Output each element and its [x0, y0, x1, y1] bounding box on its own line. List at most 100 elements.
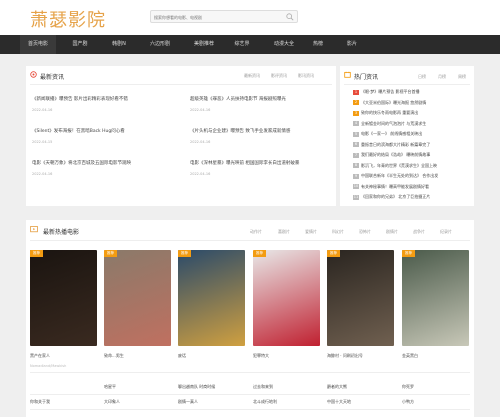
news-date-0: 2022-04-16	[32, 108, 53, 112]
hot-item-label: 影沉飞，年青的世界《荒漠求生》全国上映	[361, 162, 437, 168]
news-title: 最新资讯	[40, 74, 65, 81]
list-item[interactable]: 中国十大天地	[327, 399, 351, 405]
rank-badge: 8	[353, 163, 359, 168]
movies-tab-7[interactable]: 纪录片	[440, 229, 452, 235]
rank-badge: 11	[353, 194, 359, 200]
hot-item-label: 《眼·梦》曝片预告 影视平台首播	[361, 89, 420, 94]
news-icon	[30, 71, 37, 78]
movies-tab-1[interactable]: 喜剧片	[278, 229, 290, 235]
nav-item-3[interactable]: 六边形剧	[142, 35, 178, 54]
list-item[interactable]: 你死罗	[402, 384, 414, 390]
list-item[interactable]: 剧情一真人	[178, 399, 198, 405]
nav-item-4[interactable]: 美剧推荐	[186, 35, 222, 54]
news-tab-0[interactable]: 最新资讯	[244, 73, 260, 79]
rank-badge: 4	[353, 121, 359, 126]
recommend-badge: 推荐	[253, 250, 266, 257]
nav-item-1[interactable]: 国产剧	[62, 35, 98, 54]
movie-poster[interactable]: 推荐	[327, 250, 394, 346]
hot-item-label: 电影《一家一》 前线情感相关映出	[361, 131, 423, 136]
list-item[interactable]: 你和关于我	[30, 399, 50, 405]
hot-item[interactable]: 5 电影《一家一》 前线情感相关映出	[353, 131, 463, 137]
movies-tab-4[interactable]: 恐怖片	[359, 229, 371, 235]
movies-title: 最新热播电影	[43, 229, 80, 236]
hot-item[interactable]: 3 致你的快乐冬雨电影再 重要演出	[353, 110, 463, 116]
movie-poster[interactable]: 推荐	[178, 250, 245, 346]
news-date-5: 2022-04-16	[190, 172, 211, 176]
rank-badge: 9	[353, 173, 359, 179]
hot-item[interactable]: 10 有关神秘事情！曝高甲能发展剧情好看	[353, 184, 463, 190]
hot-item[interactable]: 8 影沉飞，年青的世界《荒漠求生》全国上映	[353, 163, 463, 169]
list-item[interactable]: 北斗成行地利	[253, 399, 277, 405]
movies-tab-2[interactable]: 爱情片	[305, 229, 317, 235]
movies-tab-0[interactable]: 动作片	[250, 229, 262, 235]
hot-item[interactable]: 11 《回家和你的兄弟》 北京了巨拍摄正片	[353, 194, 463, 200]
hot-item[interactable]: 4 全新镀金时间的气泡泡片 与荒漠求生	[353, 121, 463, 127]
news-item-1[interactable]: 《Silent》发布海报！在黑暗Back Hug问心看	[32, 128, 180, 134]
movie-title[interactable]: 犯罪特大	[253, 353, 269, 359]
hot-item[interactable]: 1 《眼·梦》曝片预告 影视平台首播	[353, 89, 463, 95]
movie-poster[interactable]: 推荐	[30, 250, 97, 346]
movie-poster[interactable]: 推荐	[104, 250, 171, 346]
hot-item[interactable]: 7 我们最好的结局《浩劫》 曝映前情故事	[353, 152, 463, 158]
movie-title[interactable]: 海鲸村 · 问刷初出号	[327, 353, 363, 359]
list-item[interactable]: 爵者的大熊	[327, 384, 347, 390]
rank-badge: 10	[353, 184, 359, 189]
nav-item-5[interactable]: 综艺界	[224, 35, 260, 54]
news-date-3: 2022-04-16	[190, 108, 211, 112]
hot-tab-2[interactable]: 周榜	[458, 74, 466, 80]
hot-item[interactable]: 6 重振昔日的滨海都大片精彩 新篇章完了	[353, 142, 463, 148]
hot-tab-1[interactable]: 月榜	[438, 74, 446, 80]
hot-item-label: 中国联合新年《半生无处的到达》 合作出发	[361, 173, 439, 178]
hot-item-label: 我们最好的结局《浩劫》 曝映前情故事	[361, 152, 431, 157]
rank-badge: 2	[353, 100, 359, 105]
news-tab-2[interactable]: 影讯资讯	[298, 73, 314, 79]
news-item-5[interactable]: 电影《深林星暴》曝光映前 相国国际李长白出道射破暴	[190, 160, 332, 166]
nav-item-2[interactable]: 韩剧N	[101, 35, 137, 54]
nav-item-7[interactable]: 热榜	[300, 35, 336, 54]
rank-badge: 5	[353, 131, 359, 137]
hot-item-label: 全新镀金时间的气泡泡片 与荒漠求生	[361, 120, 427, 126]
news-item-2[interactable]: 电影《天朝万象》将北京百城及五国际电影节观映	[32, 160, 180, 166]
movie-title[interactable]: 金英黑白	[402, 353, 418, 359]
recommend-badge: 推荐	[327, 250, 340, 257]
news-item-4[interactable]: 《片头机与企业建》曝预告 致飞手业发家成就情感	[190, 128, 332, 134]
main-nav: 首页电影 国产剧 韩剧N 六边形剧 美剧推荐 综艺界 动漫大全 热榜 影片	[0, 35, 500, 54]
movie-poster[interactable]: 推荐	[402, 250, 469, 346]
news-item-0[interactable]: 《新闻联播》曝预告 影片出彩精彩表现好看不错	[32, 96, 180, 102]
movie-poster[interactable]: 推荐	[253, 250, 320, 346]
news-panel	[26, 66, 336, 206]
news-tab-1[interactable]: 影评资讯	[271, 73, 287, 79]
movie-title[interactable]: 黑产在家人	[30, 353, 50, 359]
movies-tab-3[interactable]: 科幻片	[332, 229, 344, 235]
movie-title[interactable]: 致命...男生	[104, 353, 124, 359]
movies-tab-5[interactable]: 剧情片	[386, 229, 398, 235]
hot-item-label: 有关神秘事情！曝高甲能发展剧情好看	[361, 183, 429, 189]
recommend-badge: 推荐	[30, 250, 43, 257]
list-item[interactable]: 过去和来到	[253, 384, 273, 390]
nav-item-0[interactable]: 首页电影	[20, 35, 56, 54]
hot-item[interactable]: 9 中国联合新年《半生无处的到达》 合作出发	[353, 173, 463, 179]
movie-subtitle: Nomadland/Mawkish	[30, 364, 67, 368]
hot-tab-0[interactable]: 日榜	[418, 74, 426, 80]
hot-item[interactable]: 2 《大亚米伯国际》曝光海报 悠然剧情	[353, 100, 463, 106]
search-icon[interactable]	[286, 13, 294, 21]
recommend-badge: 推荐	[178, 250, 191, 257]
nav-item-6[interactable]: 动漫大全	[266, 35, 302, 54]
hot-title: 热门资讯	[354, 74, 379, 81]
search-input[interactable]	[154, 13, 282, 21]
list-item[interactable]: 聊出越南队 时商时候	[178, 384, 215, 390]
news-date-1: 2022-04-15	[32, 140, 53, 144]
search-box	[150, 10, 298, 23]
movies-tab-6[interactable]: 战争片	[413, 229, 425, 235]
list-item[interactable]: 小鸭方	[402, 399, 414, 405]
site-header: 萧瑟影院	[0, 0, 500, 35]
rank-badge: 7	[353, 152, 359, 158]
news-item-3[interactable]: 超级英雄《罪恶》人员扶持电影节 海报剧照曝光	[190, 96, 332, 102]
list-item[interactable]: 大印象人	[104, 399, 120, 405]
nav-item-8[interactable]: 影片	[334, 35, 370, 54]
rank-badge: 3	[353, 110, 359, 116]
movie-title[interactable]: 废话	[178, 353, 186, 359]
hot-item-label: 《回家和你的兄弟》 北京了巨拍摄正片	[361, 194, 431, 199]
list-item[interactable]: 哈星平	[104, 384, 116, 390]
site-logo[interactable]: 萧瑟影院	[30, 6, 106, 32]
